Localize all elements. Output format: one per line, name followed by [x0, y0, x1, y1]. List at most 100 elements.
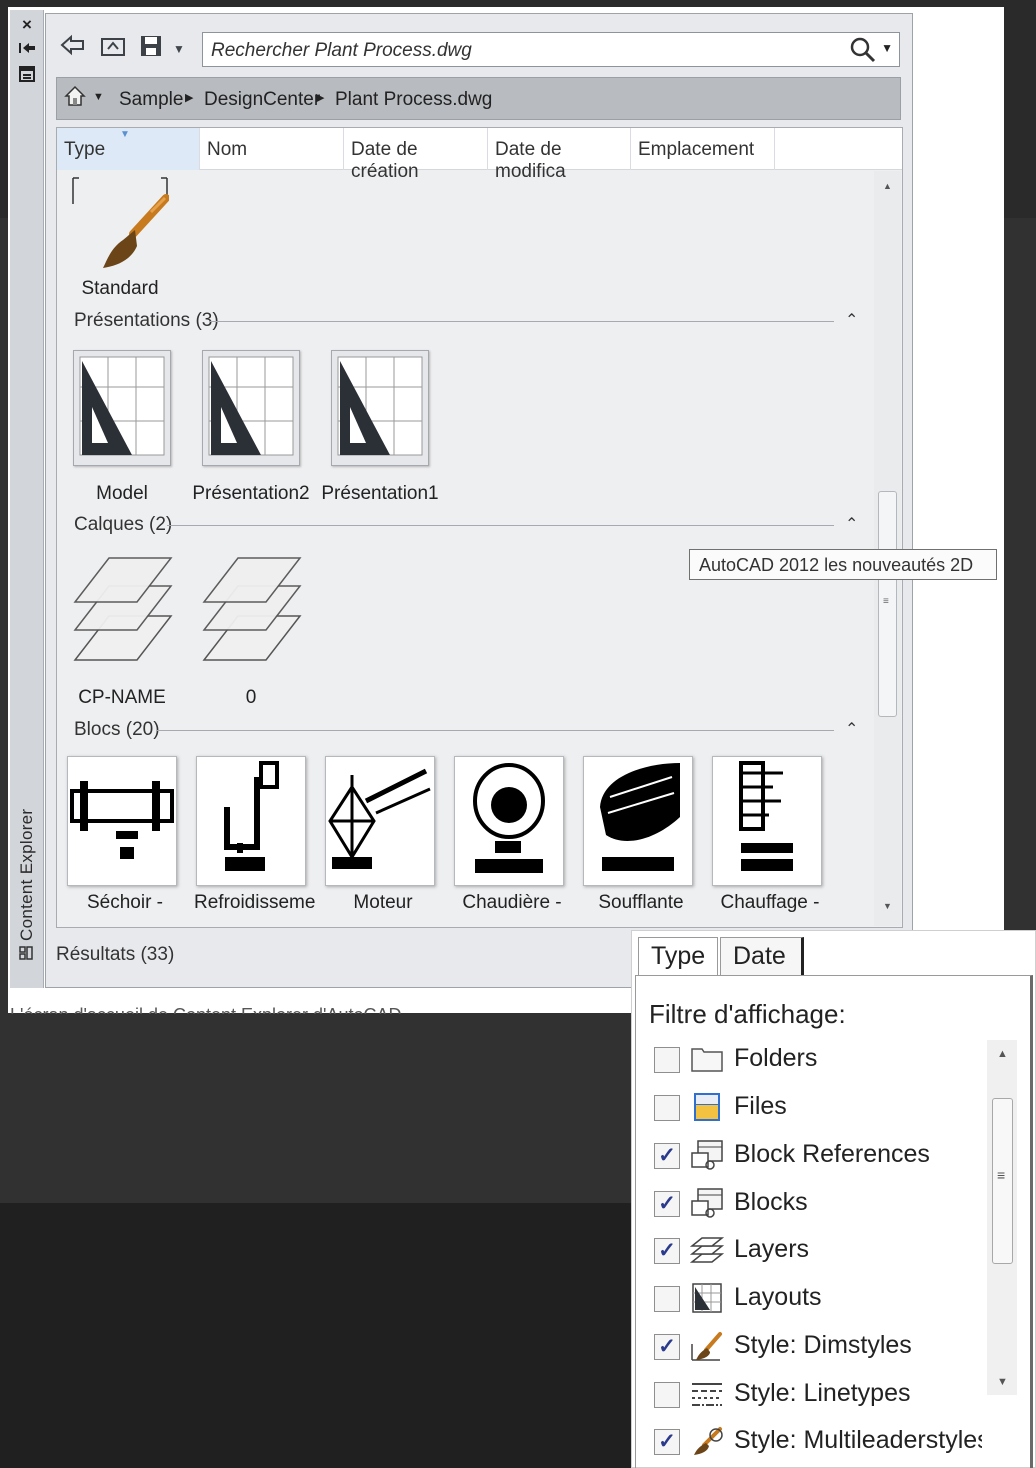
scroll-down-icon[interactable]: ▼ — [997, 1376, 1008, 1388]
multileader-icon — [690, 1425, 724, 1457]
checkbox[interactable]: ✓ — [654, 1143, 680, 1169]
save-dropdown-icon[interactable]: ▼ — [164, 34, 194, 64]
status-results: Résultats (33) — [56, 944, 175, 965]
folder-up-icon[interactable] — [98, 34, 128, 64]
block-thumbnail[interactable] — [325, 756, 435, 886]
palette-title-bar[interactable]: × Content Explorer — [10, 10, 44, 988]
breadcrumb: ▼ Sample ▶ DesignCenter ▶ Plant Process.… — [56, 77, 901, 120]
search-box[interactable]: Rechercher Plant Process.dwg ▼ — [202, 32, 900, 67]
filter-item-layouts[interactable]: Layouts — [654, 1280, 982, 1316]
section-title-presentations: Présentations (3) — [74, 310, 219, 331]
column-location[interactable]: Emplacement — [631, 128, 775, 170]
chevron-right-icon[interactable]: ▶ — [316, 91, 324, 104]
dimstyle-thumbnail[interactable] — [71, 176, 170, 272]
section-title-blocks: Blocs (20) — [74, 719, 160, 740]
filter-item-linetypes[interactable]: Style: Linetypes — [654, 1376, 982, 1412]
block-thumbnail[interactable] — [454, 756, 564, 886]
search-input[interactable]: Rechercher Plant Process.dwg — [211, 40, 472, 62]
filter-item-multileaderstyles[interactable]: ✓ Style: Multileaderstyles — [654, 1423, 982, 1459]
item-label: Séchoir - — [86, 892, 164, 913]
content-pane: ▼ Type Nom Date de création Date de modi… — [56, 127, 903, 928]
column-type[interactable]: ▼ Type — [57, 128, 200, 170]
checkbox[interactable] — [654, 1382, 680, 1408]
grip-icon: ≡ — [883, 596, 889, 607]
filter-item-label: Layouts — [734, 1283, 822, 1311]
sort-arrow-icon: ▼ — [120, 129, 130, 140]
filter-item-files[interactable]: Files — [654, 1089, 982, 1125]
filter-item-label: Style: Multileaderstyles — [734, 1426, 982, 1454]
filter-item-dimstyles[interactable]: ✓ Style: Dimstyles — [654, 1328, 982, 1364]
block-thumbnail[interactable] — [67, 756, 177, 886]
breadcrumb-item-sample[interactable]: Sample — [119, 89, 183, 111]
item-label: CP-NAME — [78, 687, 166, 708]
column-location-label: Emplacement — [638, 139, 755, 160]
grip-icon: ≡ — [997, 1167, 1006, 1183]
chevron-right-icon[interactable]: ▶ — [185, 91, 193, 104]
collapse-icon[interactable]: ⌃ — [845, 514, 858, 534]
item-label: Présentation1 — [321, 483, 439, 504]
checkbox[interactable] — [654, 1047, 680, 1073]
item-label: Soufflante — [598, 892, 684, 913]
column-created[interactable]: Date de création — [344, 128, 488, 182]
scroll-down-icon[interactable]: ▼ — [883, 901, 892, 911]
layer-thumbnail[interactable] — [200, 556, 304, 668]
palette-title-text: Content Explorer — [17, 808, 36, 941]
file-icon — [690, 1091, 724, 1123]
home-icon[interactable] — [63, 84, 87, 114]
checkbox[interactable] — [654, 1286, 680, 1312]
auto-hide-icon[interactable] — [16, 40, 38, 62]
checkbox[interactable]: ✓ — [654, 1191, 680, 1217]
breadcrumb-item-file[interactable]: Plant Process.dwg — [335, 89, 492, 111]
content-explorer-icon — [14, 946, 40, 960]
filter-item-block-references[interactable]: ✓ Block References — [654, 1137, 982, 1173]
filter-item-label: Folders — [734, 1044, 818, 1072]
column-name-label: Nom — [207, 139, 248, 160]
layout-thumbnail[interactable] — [73, 350, 171, 466]
save-icon[interactable] — [136, 34, 166, 64]
scroll-thumb[interactable]: ≡ — [878, 491, 897, 717]
search-dropdown-icon[interactable]: ▼ — [881, 41, 893, 55]
filter-item-blocks[interactable]: ✓ Blocks — [654, 1185, 982, 1221]
toolbar: ▼ Rechercher Plant Process.dwg ▼ — [46, 14, 912, 80]
column-modified[interactable]: Date de modifica — [488, 128, 631, 182]
block-icon — [690, 1187, 724, 1219]
home-dropdown-icon[interactable]: ▼ — [93, 91, 104, 103]
breadcrumb-item-designcenter[interactable]: DesignCenter — [204, 89, 320, 111]
collapse-icon[interactable]: ⌃ — [845, 719, 858, 739]
section-title-layers: Calques (2) — [74, 514, 173, 535]
checkbox[interactable]: ✓ — [654, 1238, 680, 1264]
block-thumbnail[interactable] — [712, 756, 822, 886]
scroll-up-icon[interactable]: ▲ — [883, 181, 892, 191]
filter-item-layers[interactable]: ✓ Layers — [654, 1232, 982, 1268]
layer-thumbnail[interactable] — [71, 556, 175, 668]
filter-item-folders[interactable]: Folders — [654, 1041, 982, 1077]
column-name[interactable]: Nom — [200, 128, 344, 170]
scroll-thumb[interactable]: ≡ — [992, 1098, 1013, 1264]
close-icon[interactable]: × — [16, 14, 38, 36]
filter-scrollbar[interactable]: ▲ ≡ ▼ — [987, 1040, 1017, 1395]
layers-icon — [689, 1234, 725, 1266]
block-thumbnail[interactable] — [583, 756, 693, 886]
linetype-icon — [690, 1378, 724, 1410]
checkbox[interactable]: ✓ — [654, 1334, 680, 1360]
content-explorer-window: ▼ Rechercher Plant Process.dwg ▼ ▼ Sampl… — [45, 13, 913, 988]
back-icon[interactable] — [58, 34, 88, 64]
palette-title: Content Explorer — [14, 740, 40, 960]
item-label: Moteur — [353, 892, 413, 913]
properties-icon[interactable] — [16, 66, 38, 88]
checkbox[interactable] — [654, 1095, 680, 1121]
column-modified-label: Date de modifica — [495, 139, 566, 182]
scroll-up-icon[interactable]: ▲ — [997, 1048, 1008, 1060]
search-icon[interactable] — [849, 36, 877, 64]
block-thumbnail[interactable] — [196, 756, 306, 886]
filter-list: Folders Files ✓ Block References ✓ Block… — [632, 931, 982, 1468]
item-label: Chaudière - — [462, 892, 562, 913]
layout-thumbnail[interactable] — [202, 350, 300, 466]
layout-thumbnail[interactable] — [331, 350, 429, 466]
filter-item-label: Layers — [734, 1235, 810, 1263]
collapse-icon[interactable]: ⌃ — [845, 310, 858, 330]
filter-item-label: Block References — [734, 1140, 930, 1168]
filter-popup: Type Date Filtre d'affichage: Folders Fi… — [631, 930, 1036, 1468]
filter-item-label: Style: Linetypes — [734, 1379, 911, 1407]
checkbox[interactable]: ✓ — [654, 1429, 680, 1455]
